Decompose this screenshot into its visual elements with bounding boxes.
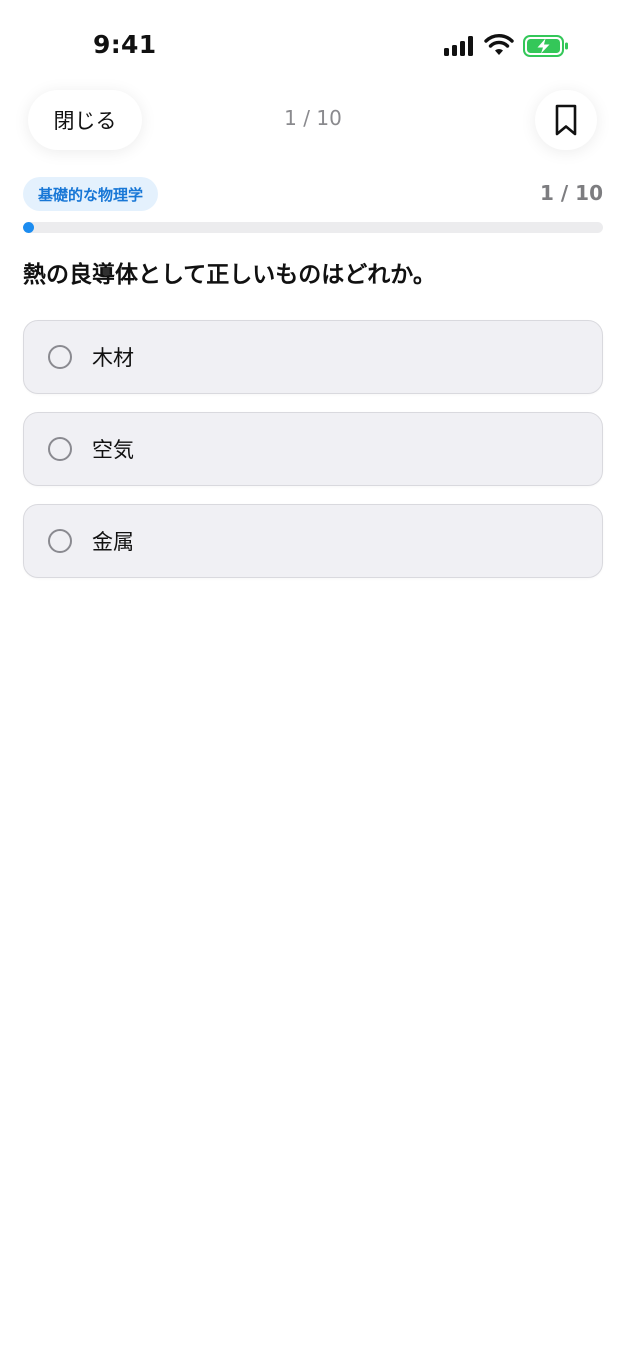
progress-bar-fill (23, 222, 34, 233)
wifi-icon (484, 34, 514, 55)
radio-button[interactable] (48, 437, 72, 461)
close-button[interactable]: 閉じる (28, 90, 142, 150)
bookmark-button[interactable] (535, 90, 597, 150)
question-counter: 1 / 10 (284, 106, 342, 130)
answer-options: 木材 空気 金属 (23, 320, 603, 596)
battery-charging-icon (523, 35, 568, 57)
progress-count: 1 / 10 (540, 181, 603, 205)
question-text: 熱の良導体として正しいものはどれか。 (23, 262, 436, 288)
radio-button[interactable] (48, 345, 72, 369)
progress-bar (23, 222, 603, 233)
status-time: 9:41 (93, 30, 157, 59)
answer-option-label: 木材 (92, 346, 134, 370)
cellular-signal-icon (444, 36, 476, 56)
radio-button[interactable] (48, 529, 72, 553)
answer-option[interactable]: 空気 (23, 412, 603, 486)
answer-option-label: 空気 (92, 438, 134, 462)
status-bar: 9:41 (0, 0, 626, 80)
answer-option[interactable]: 金属 (23, 504, 603, 578)
category-badge: 基礎的な物理学 (23, 177, 159, 211)
quiz-screen: 9:41 閉じる 1 / 10 基礎的な物理学 1 / 10 熱の良導体として正… (0, 0, 626, 1360)
answer-option[interactable]: 木材 (23, 320, 603, 394)
bookmark-icon (555, 104, 577, 136)
answer-option-label: 金属 (92, 530, 134, 554)
